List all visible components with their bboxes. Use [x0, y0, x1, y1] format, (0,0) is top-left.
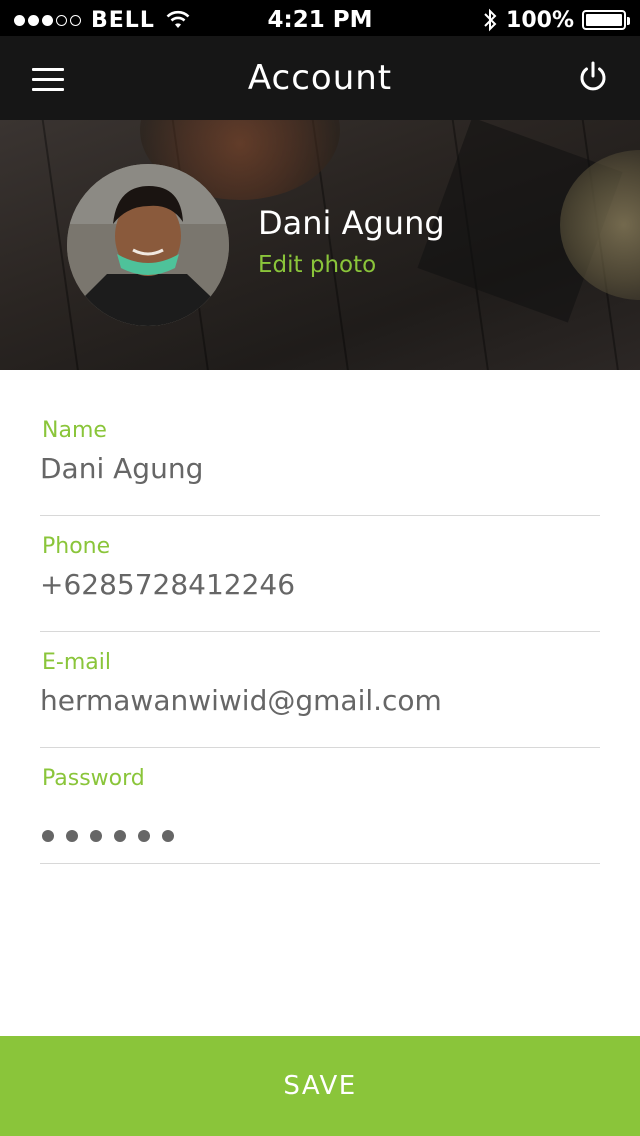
- avatar[interactable]: [67, 164, 229, 326]
- page-title: Account: [247, 58, 393, 98]
- battery-percent: 100%: [506, 7, 574, 33]
- password-dot: [114, 830, 126, 842]
- phone-input[interactable]: [40, 568, 600, 601]
- password-input[interactable]: [42, 830, 174, 842]
- profile-name: Dani Agung: [258, 204, 445, 242]
- profile-banner: Dani Agung Edit photo: [0, 120, 640, 370]
- password-dot: [66, 830, 78, 842]
- name-field: Name: [40, 400, 600, 516]
- app-header: Account: [0, 36, 640, 120]
- edit-photo-link[interactable]: Edit photo: [258, 252, 376, 278]
- password-dot: [42, 830, 54, 842]
- password-dot: [138, 830, 150, 842]
- power-icon[interactable]: [578, 60, 608, 94]
- password-dot: [162, 830, 174, 842]
- status-right: 100%: [482, 0, 630, 40]
- email-input[interactable]: [40, 684, 600, 717]
- account-form: Name Phone E-mail Password: [40, 400, 600, 864]
- password-field[interactable]: Password: [40, 748, 600, 864]
- status-bar: BELL 4:21 PM 100%: [0, 0, 640, 40]
- password-dot: [90, 830, 102, 842]
- phone-label: Phone: [42, 534, 111, 559]
- password-label: Password: [42, 766, 145, 791]
- battery-icon: [582, 10, 630, 30]
- bluetooth-icon: [484, 8, 497, 32]
- email-field: E-mail: [40, 632, 600, 748]
- name-label: Name: [42, 418, 107, 443]
- phone-field: Phone: [40, 516, 600, 632]
- name-input[interactable]: [40, 452, 600, 485]
- email-label: E-mail: [42, 650, 111, 675]
- save-button[interactable]: SAVE: [0, 1036, 640, 1136]
